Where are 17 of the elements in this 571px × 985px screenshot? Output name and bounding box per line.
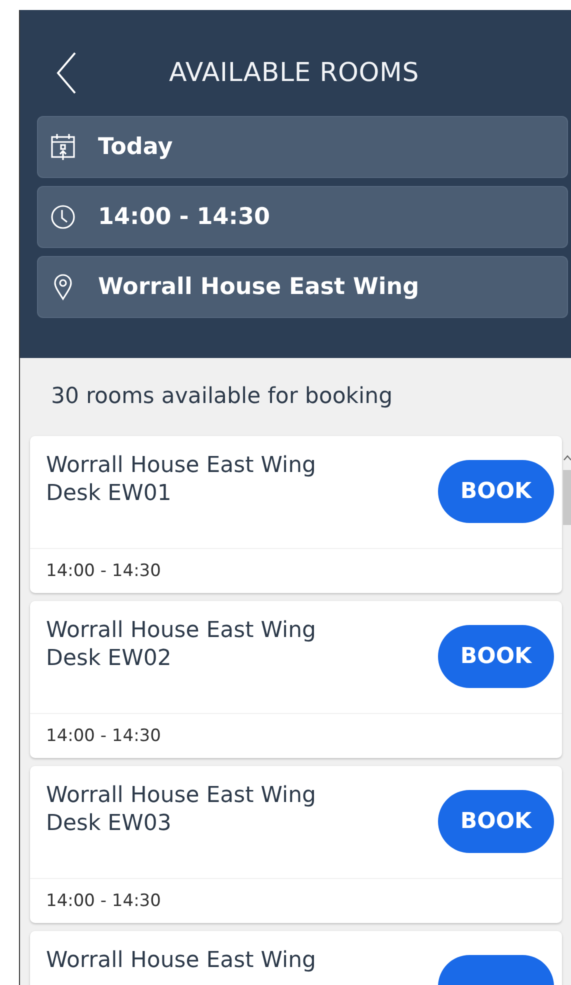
time-text: 14:00 - 14:30 <box>46 891 161 911</box>
filter-field[interactable]: Today <box>37 116 568 178</box>
filter-field[interactable]: 14:00 - 14:30 <box>37 186 568 248</box>
room-name: Worrall House East Wing <box>46 947 318 975</box>
calendar-icon <box>50 133 76 161</box>
page-title: AVAILABLE ROOMS <box>169 58 420 88</box>
clock-icon <box>50 203 76 231</box>
book-button[interactable]: BOOK <box>438 790 554 853</box>
filter-field[interactable]: Worrall House East Wing <box>37 256 568 318</box>
time-text: 14:00 - 14:30 <box>46 726 161 746</box>
room-name: Worrall House East Wing Desk EW02 <box>46 617 318 673</box>
rooms-count-text: 30 rooms available for booking <box>51 384 393 409</box>
book-button[interactable]: BOOK <box>438 625 554 688</box>
time-text: 14:00 - 14:30 <box>46 561 161 581</box>
room-name: Worrall House East Wing Desk EW03 <box>46 782 318 838</box>
book-button[interactable]: BOOK <box>438 460 554 523</box>
room-name: Worrall House East Wing Desk EW01 <box>46 452 318 508</box>
